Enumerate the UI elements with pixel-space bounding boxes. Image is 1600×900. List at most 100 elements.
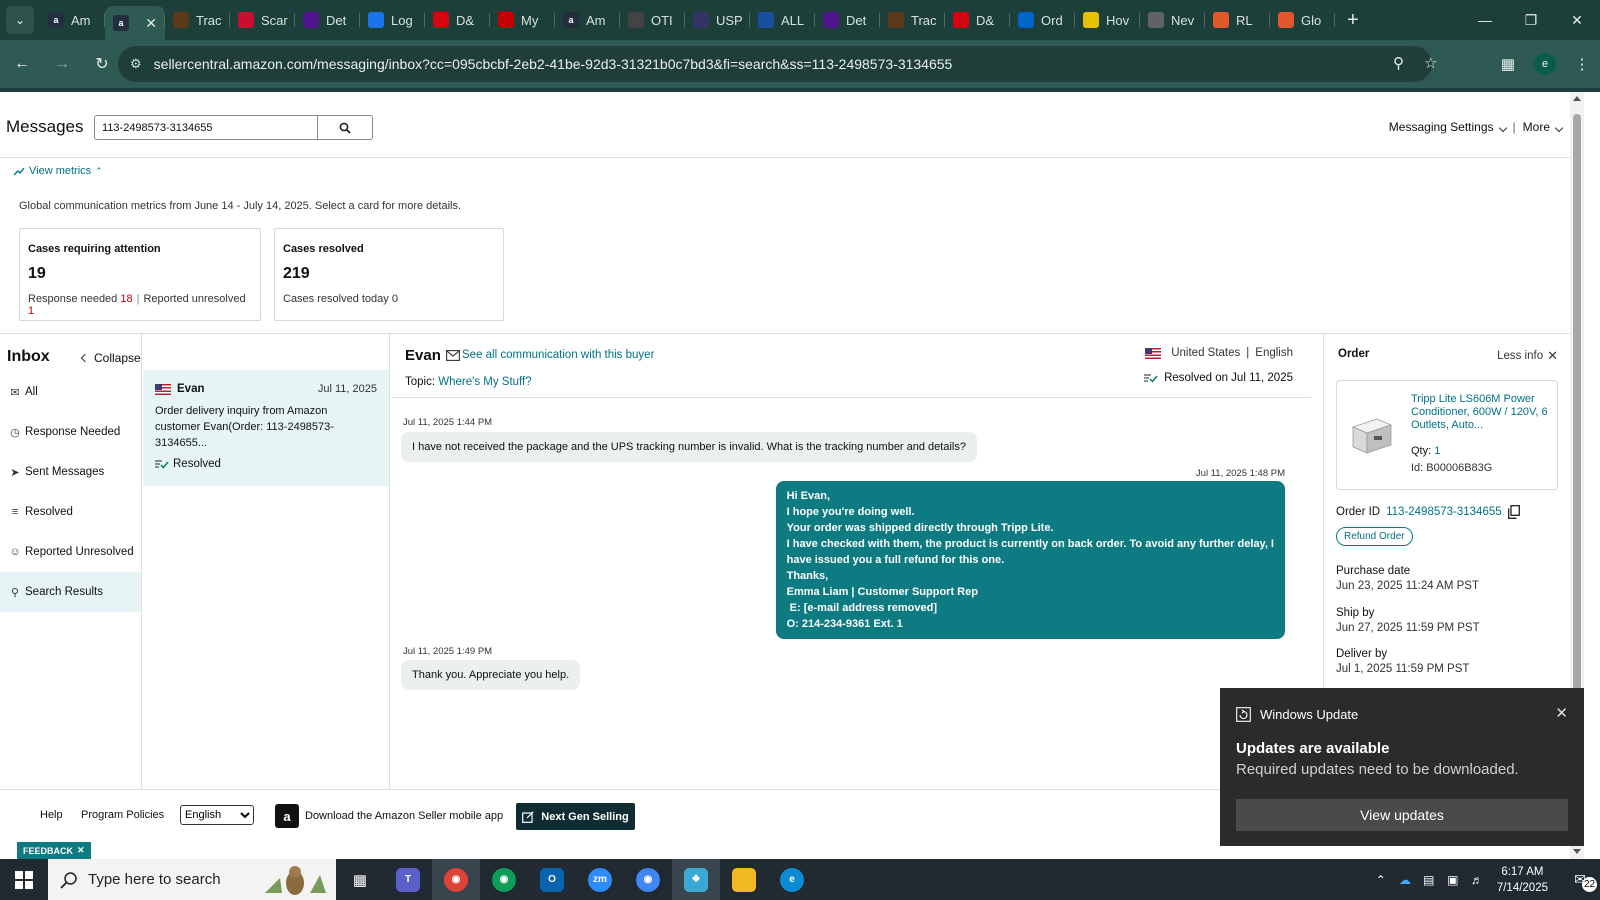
order-id-link[interactable]: 113-2498573-3134655 bbox=[1386, 506, 1502, 518]
browser-tab[interactable]: Nev bbox=[1140, 4, 1205, 36]
search-button[interactable] bbox=[318, 115, 373, 140]
security-icon[interactable]: ▤ bbox=[1417, 873, 1441, 887]
browser-tab[interactable]: Glo bbox=[1270, 4, 1335, 36]
program-policies-link[interactable]: Program Policies bbox=[81, 809, 164, 821]
close-icon[interactable]: ✕ bbox=[1555, 704, 1568, 722]
close-icon[interactable]: ✕ bbox=[77, 845, 85, 856]
purchase-date-value: Jun 23, 2025 11:24 AM PST bbox=[1336, 580, 1479, 592]
view-updates-button[interactable]: View updates bbox=[1236, 799, 1568, 831]
browser-tab[interactable]: RL bbox=[1205, 4, 1270, 36]
new-tab-plus-icon[interactable]: + bbox=[1347, 9, 1359, 32]
sidebar-item-sent-messages[interactable]: ➤ Sent Messages bbox=[0, 452, 141, 492]
topic-link[interactable]: Where's My Stuff? bbox=[438, 376, 531, 388]
less-info-button[interactable]: Less info ✕ bbox=[1497, 348, 1558, 364]
scroll-thumb[interactable] bbox=[1573, 114, 1581, 714]
url-bar[interactable]: ⚙ sellercentral.amazon.com/messaging/inb… bbox=[118, 46, 1437, 82]
thread-item[interactable]: Evan Jul 11, 2025 Order delivery inquiry… bbox=[143, 370, 389, 486]
browser-tab[interactable]: USP bbox=[685, 4, 750, 36]
download-app-label: Download the Amazon Seller mobile app bbox=[305, 810, 504, 822]
minimize-icon[interactable]: — bbox=[1462, 0, 1508, 40]
bookmark-star-icon[interactable]: ☆ bbox=[1424, 54, 1437, 72]
browser-tab[interactable]: a ✕ bbox=[105, 6, 165, 40]
sidebar-item-response-needed[interactable]: ◷ Response Needed bbox=[0, 412, 141, 452]
see-all-communication-link[interactable]: See all communication with this buyer bbox=[446, 349, 654, 361]
browser-tab[interactable]: Scar bbox=[230, 4, 295, 36]
browser-tab[interactable]: My bbox=[490, 4, 555, 36]
network-icon[interactable]: ▣ bbox=[1441, 873, 1465, 887]
sidebar-item-all[interactable]: ✉ All bbox=[0, 372, 141, 412]
browser-tab[interactable]: D& bbox=[425, 4, 490, 36]
back-arrow-icon[interactable]: ← bbox=[4, 46, 40, 82]
sidebar-item-search-results[interactable]: ⚲ Search Results bbox=[0, 572, 141, 612]
scroll-up-arrow-icon[interactable] bbox=[1573, 96, 1581, 101]
browser-tab[interactable]: a Am bbox=[40, 4, 105, 36]
messaging-settings-menu[interactable]: Messaging Settings bbox=[1389, 120, 1507, 134]
cases-attention-card[interactable]: Cases requiring attention 19 Response ne… bbox=[19, 228, 261, 321]
browser-tab[interactable]: Hov bbox=[1075, 4, 1140, 36]
reload-icon[interactable]: ↻ bbox=[84, 46, 120, 82]
collapse-button[interactable]: Collapse bbox=[80, 351, 141, 365]
taskbar-clock[interactable]: 6:17 AM 7/14/2025 bbox=[1497, 864, 1548, 896]
search-highlight-illustration bbox=[265, 866, 326, 895]
toast-header: Windows Update bbox=[1236, 707, 1358, 722]
download-app-link[interactable]: a Download the Amazon Seller mobile app bbox=[275, 804, 503, 828]
file-explorer-icon[interactable] bbox=[720, 859, 768, 900]
trend-icon bbox=[14, 167, 25, 175]
tray-expand-chevron-icon[interactable]: ⌃ bbox=[1369, 873, 1393, 887]
zoom-icon[interactable]: ⚲ bbox=[1393, 54, 1404, 72]
edge-icon[interactable]: e bbox=[768, 859, 816, 900]
browser-tab[interactable]: Trac bbox=[165, 4, 230, 36]
copy-icon[interactable] bbox=[1507, 505, 1520, 519]
more-menu[interactable]: More bbox=[1523, 120, 1564, 134]
notification-center-button[interactable]: ✉ 22 bbox=[1560, 871, 1600, 892]
start-button[interactable] bbox=[0, 859, 48, 900]
chrome-icon[interactable]: ◉ bbox=[432, 859, 480, 900]
close-tab-icon[interactable]: ✕ bbox=[145, 15, 157, 32]
volume-icon[interactable]: ♬ bbox=[1465, 873, 1489, 887]
feedback-button[interactable]: FEEDBACK ✕ bbox=[17, 842, 91, 859]
taskbar-search[interactable]: Type here to search bbox=[48, 859, 336, 900]
sidebar-item-reported-unresolved[interactable]: ☺ Reported Unresolved bbox=[0, 532, 141, 572]
browser-tab[interactable]: Trac bbox=[880, 4, 945, 36]
view-metrics-toggle[interactable]: View metrics ⌃ bbox=[14, 165, 103, 177]
browser-menu-icon[interactable]: ⋮ bbox=[1564, 55, 1600, 73]
sidebar-item-resolved[interactable]: ≡ Resolved bbox=[0, 492, 141, 532]
browser-tab[interactable]: a Am bbox=[555, 4, 620, 36]
sidebar-item-label: Search Results bbox=[25, 586, 103, 598]
close-window-icon[interactable]: ✕ bbox=[1554, 0, 1600, 40]
refund-order-button[interactable]: Refund Order bbox=[1336, 527, 1413, 546]
language-select[interactable]: English bbox=[180, 805, 254, 825]
zoom-app-icon[interactable]: zm bbox=[576, 859, 624, 900]
browser-tab[interactable]: ALL bbox=[750, 4, 815, 36]
browser-tab[interactable]: Log bbox=[360, 4, 425, 36]
app-icon[interactable]: ❖ bbox=[672, 859, 720, 900]
browser-tab[interactable]: D& bbox=[945, 4, 1010, 36]
less-info-label: Less info bbox=[1497, 350, 1544, 362]
browser-tab[interactable]: Det bbox=[295, 4, 360, 36]
chrome-profile-icon[interactable]: ◉ bbox=[480, 859, 528, 900]
help-link[interactable]: Help bbox=[40, 809, 63, 821]
outlook-icon[interactable]: O bbox=[528, 859, 576, 900]
next-gen-label: Next Gen Selling bbox=[541, 810, 629, 823]
browser-tab[interactable]: Det bbox=[815, 4, 880, 36]
profile-avatar[interactable]: e bbox=[1534, 53, 1556, 75]
tab-search-chevron-icon[interactable]: ⌄ bbox=[6, 6, 34, 34]
site-settings-icon[interactable]: ⚙ bbox=[130, 56, 142, 72]
scroll-down-arrow-icon[interactable] bbox=[1573, 849, 1581, 854]
response-needed-count: 18 bbox=[120, 293, 133, 305]
task-view-icon[interactable]: ▦ bbox=[336, 859, 384, 900]
next-gen-selling-button[interactable]: Next Gen Selling bbox=[516, 803, 635, 830]
browser-tab[interactable]: OTI bbox=[620, 4, 685, 36]
product-name-link[interactable]: Tripp Lite LS606M Power Conditioner, 600… bbox=[1411, 393, 1551, 432]
search-input[interactable] bbox=[94, 115, 318, 140]
extensions-puzzle-icon[interactable]: ▦ bbox=[1490, 55, 1526, 73]
thread-preview: Order delivery inquiry from Amazon custo… bbox=[155, 405, 334, 449]
forward-arrow-icon[interactable]: → bbox=[44, 46, 80, 82]
restore-icon[interactable]: ❐ bbox=[1508, 0, 1554, 40]
onedrive-cloud-icon[interactable]: ☁ bbox=[1393, 873, 1417, 887]
message-timestamp: Jul 11, 2025 1:49 PM bbox=[403, 646, 493, 657]
cases-resolved-card[interactable]: Cases resolved 219 Cases resolved today … bbox=[274, 228, 504, 321]
teams-icon[interactable]: T bbox=[384, 859, 432, 900]
chrome-alt-icon[interactable]: ◉ bbox=[624, 859, 672, 900]
browser-tab[interactable]: Ord bbox=[1010, 4, 1075, 36]
